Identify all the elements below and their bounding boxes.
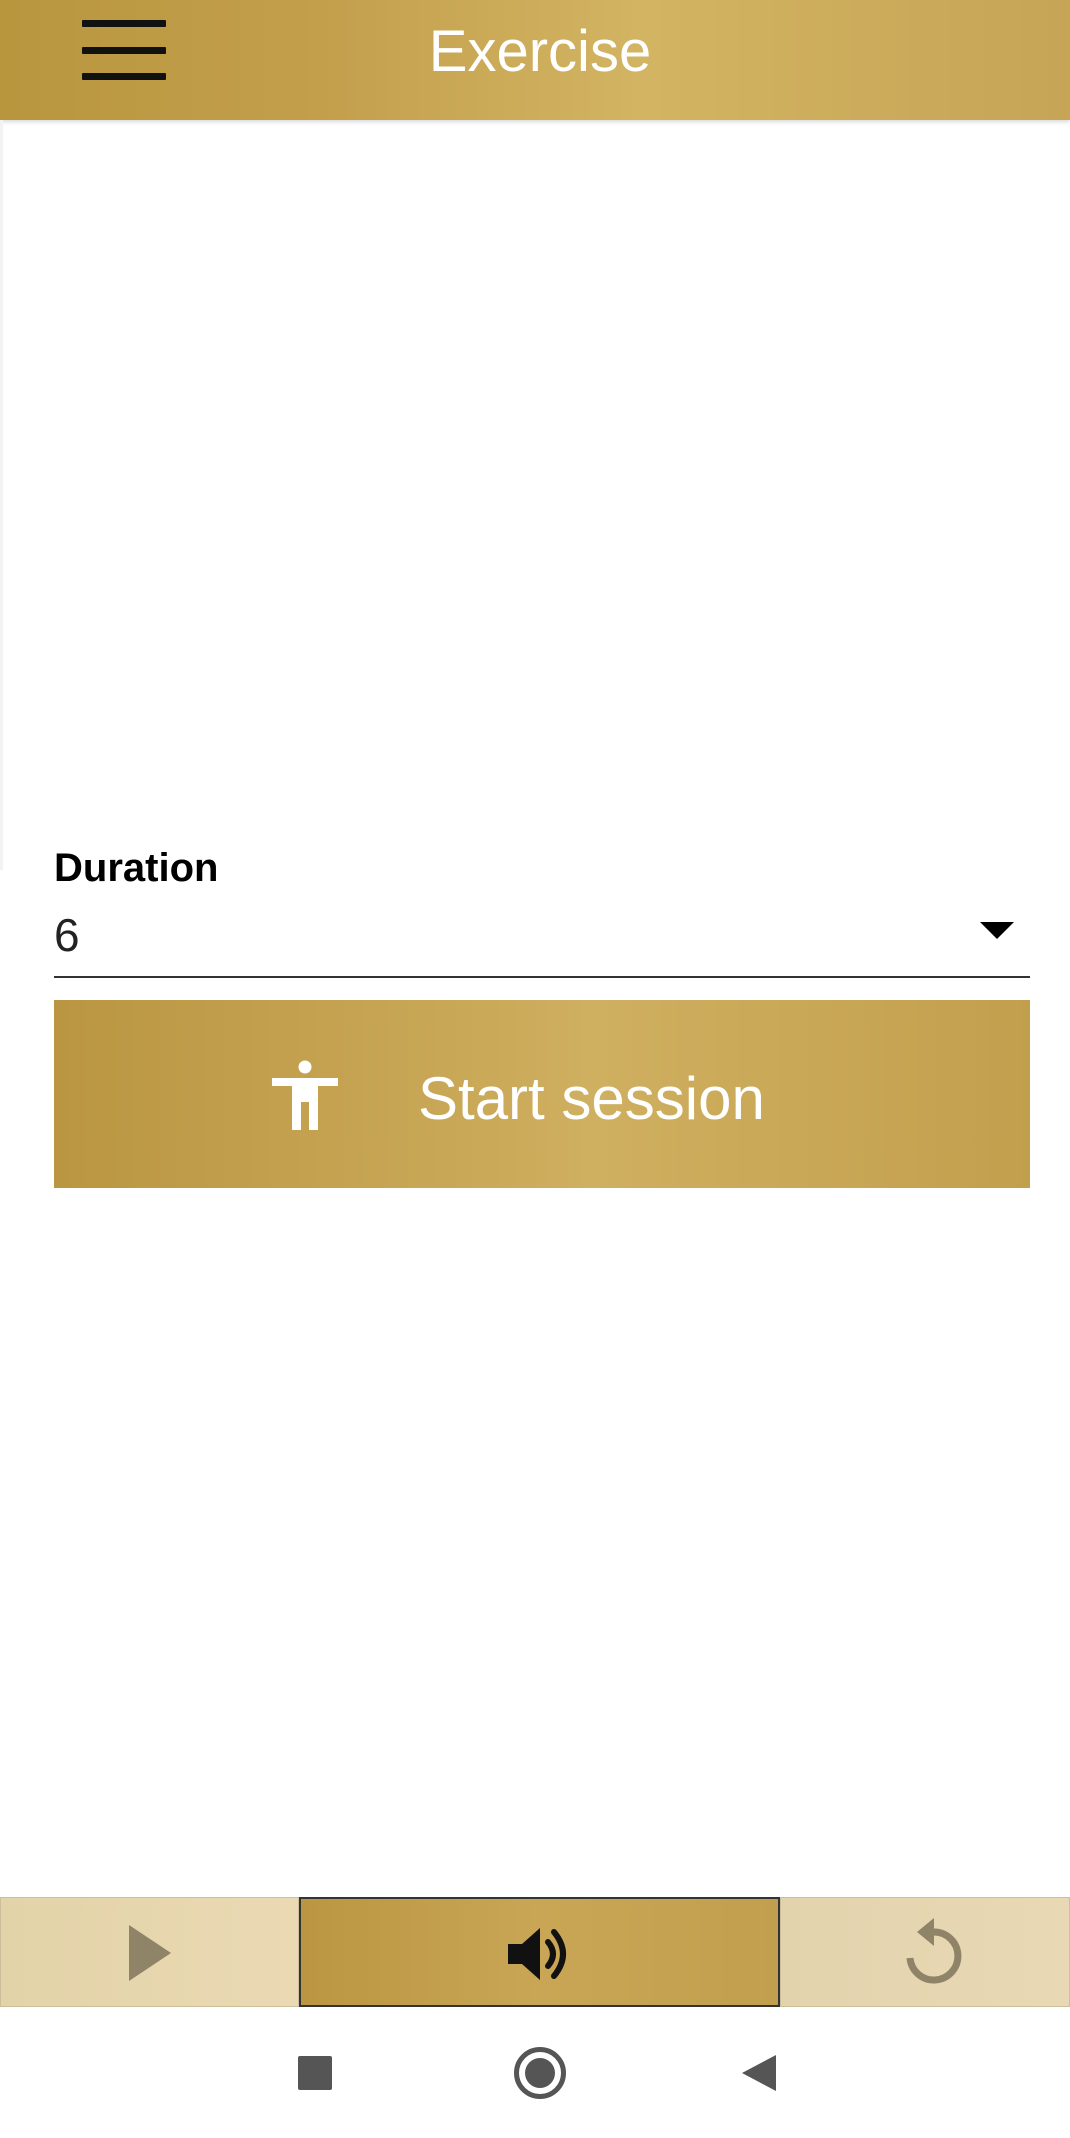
playback-control-bar [0, 1897, 1070, 2007]
start-session-label: Start session [418, 1065, 765, 1132]
duration-value: 6 [54, 909, 80, 961]
dropdown-arrow-icon [980, 922, 1014, 939]
play-icon [129, 1925, 171, 1981]
system-nav-bar [0, 2007, 1070, 2138]
start-session-button[interactable]: Start session [54, 1000, 1030, 1188]
duration-label: Duration [54, 846, 219, 890]
accessibility-person-icon [272, 1060, 338, 1130]
volume-icon [508, 1928, 566, 1980]
recent-apps-icon[interactable] [298, 2056, 332, 2090]
page-title: Exercise [428, 19, 652, 84]
play-button[interactable] [0, 1897, 299, 2007]
app-screen: Exercise Duration 6 Start session [0, 0, 1070, 2138]
replay-button[interactable] [780, 1897, 1070, 2007]
duration-dropdown[interactable]: 6 [54, 900, 1030, 978]
content-edge-line [0, 120, 3, 870]
back-icon[interactable] [742, 2055, 776, 2091]
app-header: Exercise [0, 0, 1070, 120]
home-icon[interactable] [514, 2047, 566, 2099]
sound-button[interactable] [299, 1897, 780, 2007]
replay-icon [906, 1918, 962, 1984]
